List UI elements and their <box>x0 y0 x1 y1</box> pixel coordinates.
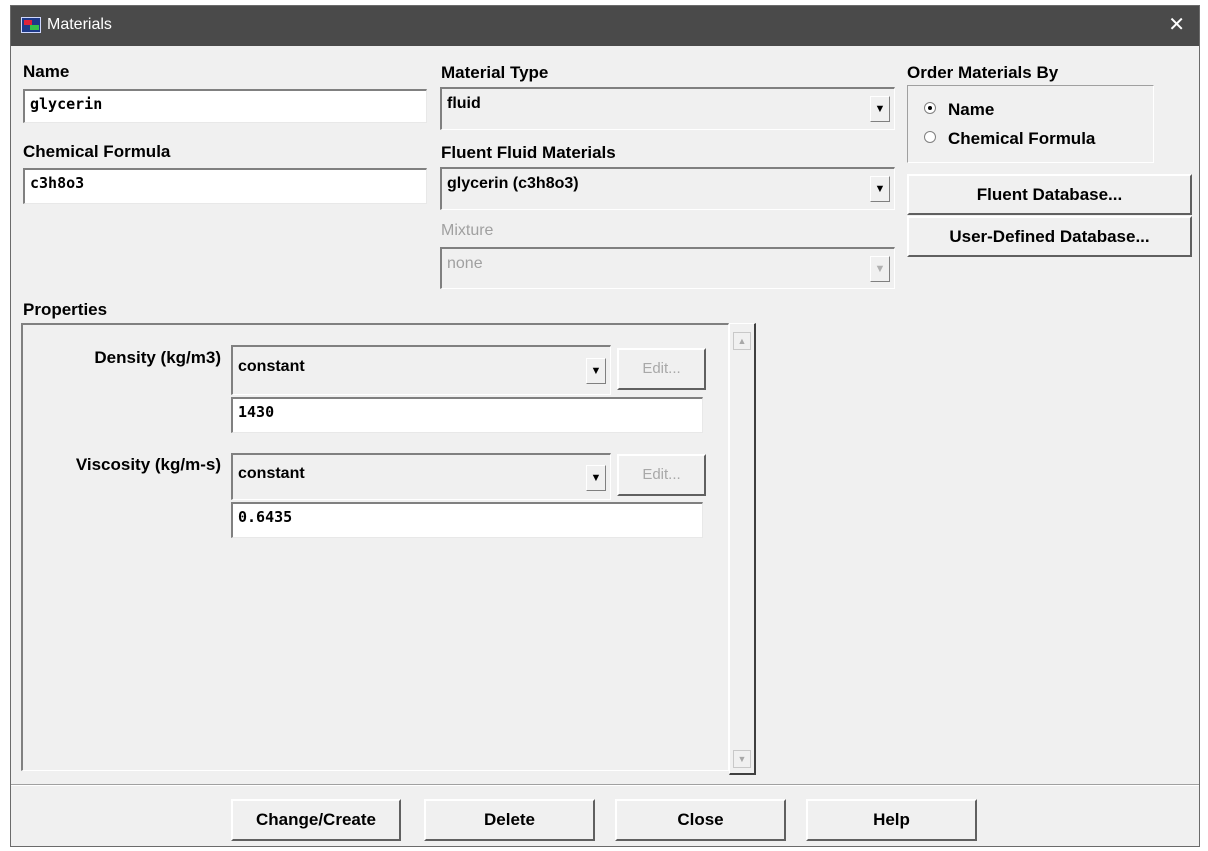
change-create-button[interactable]: Change/Create <box>231 799 401 841</box>
density-label: Density (kg/m3) <box>94 348 221 367</box>
user-defined-database-button[interactable]: User-Defined Database... <box>907 216 1192 257</box>
properties-scrollbar[interactable]: ▲ ▼ <box>729 323 756 775</box>
scroll-down-icon[interactable]: ▼ <box>733 750 751 768</box>
title-bar: Materials ✕ <box>11 6 1199 46</box>
materials-dialog: Materials ✕ Name glycerin Chemical Formu… <box>10 5 1200 847</box>
material-type-dropdown[interactable]: fluid ▼ <box>440 87 895 130</box>
close-window-button[interactable]: ✕ <box>1168 13 1185 37</box>
material-type-value: fluid <box>447 95 481 112</box>
density-method-dropdown[interactable]: constant ▼ <box>231 345 611 395</box>
viscosity-method-value: constant <box>238 465 305 482</box>
order-by-group: Name Chemical Formula <box>907 85 1154 163</box>
radio-selected-icon[interactable] <box>924 102 936 114</box>
order-by-formula-option[interactable]: Chemical Formula <box>924 129 1095 149</box>
chemical-formula-label: Chemical Formula <box>23 142 171 161</box>
close-button[interactable]: Close <box>615 799 786 841</box>
chevron-down-icon[interactable]: ▼ <box>870 96 890 122</box>
order-by-formula-label: Chemical Formula <box>948 129 1096 148</box>
properties-label: Properties <box>23 300 108 319</box>
fluent-database-button[interactable]: Fluent Database... <box>907 174 1192 215</box>
chemical-formula-input[interactable]: c3h8o3 <box>23 168 427 204</box>
fluent-fluid-materials-value: glycerin (c3h8o3) <box>447 175 579 192</box>
viscosity-method-dropdown[interactable]: constant ▼ <box>231 453 611 500</box>
density-edit-button: Edit... <box>617 348 706 390</box>
fluent-app-icon <box>21 17 41 33</box>
name-label: Name <box>23 62 70 81</box>
chevron-down-icon[interactable]: ▼ <box>586 358 606 384</box>
order-by-name-option[interactable]: Name <box>924 100 994 120</box>
delete-button[interactable]: Delete <box>424 799 595 841</box>
order-by-label: Order Materials By <box>907 63 1059 82</box>
viscosity-value-input[interactable]: 0.6435 <box>231 502 703 538</box>
scroll-up-icon[interactable]: ▲ <box>733 332 751 350</box>
chevron-down-icon[interactable]: ▼ <box>586 465 606 491</box>
viscosity-label: Viscosity (kg/m-s) <box>75 455 221 474</box>
mixture-dropdown: none ▼ <box>440 247 895 289</box>
name-input[interactable]: glycerin <box>23 89 427 123</box>
density-method-value: constant <box>238 358 305 375</box>
chevron-down-icon: ▼ <box>870 256 890 282</box>
help-button[interactable]: Help <box>806 799 977 841</box>
order-by-name-label: Name <box>948 100 995 119</box>
density-value-input[interactable]: 1430 <box>231 397 703 433</box>
footer-separator <box>11 784 1199 786</box>
viscosity-edit-button: Edit... <box>617 454 706 496</box>
window-title: Materials <box>47 16 112 33</box>
radio-unselected-icon[interactable] <box>924 131 936 143</box>
mixture-value: none <box>447 255 483 272</box>
mixture-label: Mixture <box>441 222 494 239</box>
fluent-fluid-materials-label: Fluent Fluid Materials <box>441 143 616 162</box>
chevron-down-icon[interactable]: ▼ <box>870 176 890 202</box>
fluent-fluid-materials-dropdown[interactable]: glycerin (c3h8o3) ▼ <box>440 167 895 210</box>
material-type-label: Material Type <box>441 63 549 82</box>
